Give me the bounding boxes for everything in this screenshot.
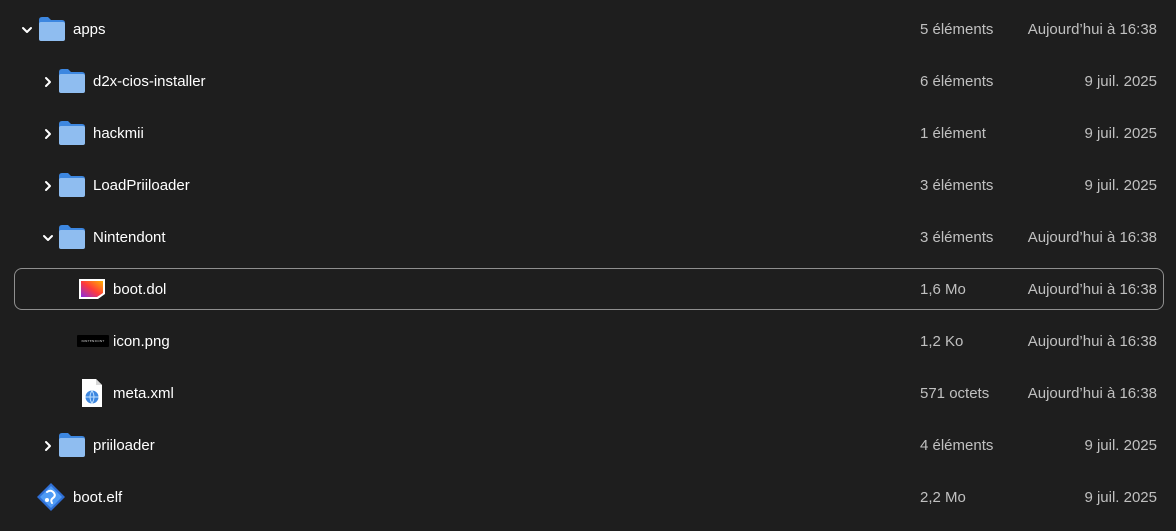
row-date: 9 juil. 2025 [1084, 489, 1157, 506]
row-size: 4 éléments [920, 437, 994, 454]
row-date: Aujourd’hui à 16:38 [1027, 21, 1157, 38]
executable-file-icon [77, 274, 107, 304]
row-size: 3 éléments [920, 177, 994, 194]
elf-binary-icon [36, 482, 66, 512]
row-name: icon.png [113, 333, 170, 350]
folder-icon [57, 118, 87, 148]
chevron-right-icon[interactable] [40, 178, 56, 194]
row-size: 571 octets [920, 385, 990, 402]
folder-icon [57, 170, 87, 200]
row-name: meta.xml [113, 385, 174, 402]
row-name: priiloader [93, 437, 155, 454]
image-thumbnail-icon: NINTENDONT [77, 326, 109, 356]
row-size: 3 éléments [920, 229, 994, 246]
row-icon-png[interactable]: NINTENDONT icon.png 1,2 Ko Aujourd’hui à… [14, 320, 1164, 362]
row-apps[interactable]: apps 5 éléments Aujourd’hui à 16:38 [14, 8, 1164, 50]
folder-icon [57, 430, 87, 460]
row-date: Aujourd’hui à 16:38 [1027, 281, 1157, 298]
row-date: 9 juil. 2025 [1084, 125, 1157, 142]
chevron-right-icon[interactable] [40, 126, 56, 142]
row-boot-elf[interactable]: boot.elf 2,2 Mo 9 juil. 2025 [14, 476, 1164, 518]
file-list: apps 5 éléments Aujourd’hui à 16:38 d2x-… [0, 0, 1176, 531]
row-size: 5 éléments [920, 21, 994, 38]
row-loadpriiloader[interactable]: LoadPriiloader 3 éléments 9 juil. 2025 [14, 164, 1164, 206]
row-d2x-cios-installer[interactable]: d2x-cios-installer 6 éléments 9 juil. 20… [14, 60, 1164, 102]
row-name: d2x-cios-installer [93, 73, 206, 90]
row-boot-dol[interactable]: boot.dol 1,6 Mo Aujourd’hui à 16:38 [14, 268, 1164, 310]
row-size: 1,6 Mo [920, 281, 966, 298]
row-name: boot.dol [113, 281, 167, 298]
folder-icon [57, 66, 87, 96]
row-size: 6 éléments [920, 73, 994, 90]
row-date: Aujourd’hui à 16:38 [1027, 333, 1157, 350]
row-date: 9 juil. 2025 [1084, 437, 1157, 454]
chevron-down-icon[interactable] [19, 22, 35, 38]
row-size: 2,2 Mo [920, 489, 966, 506]
chevron-right-icon[interactable] [40, 74, 56, 90]
row-size: 1,2 Ko [920, 333, 964, 350]
chevron-right-icon[interactable] [40, 438, 56, 454]
row-name: hackmii [93, 125, 144, 142]
row-hackmii[interactable]: hackmii 1 élément 9 juil. 2025 [14, 112, 1164, 154]
row-name: LoadPriiloader [93, 177, 190, 194]
row-meta-xml[interactable]: meta.xml 571 octets Aujourd’hui à 16:38 [14, 372, 1164, 414]
row-name: boot.elf [73, 489, 123, 506]
row-date: Aujourd’hui à 16:38 [1027, 229, 1157, 246]
chevron-down-icon[interactable] [40, 230, 56, 246]
row-priiloader[interactable]: priiloader 4 éléments 9 juil. 2025 [14, 424, 1164, 466]
row-date: Aujourd’hui à 16:38 [1027, 385, 1157, 402]
row-date: 9 juil. 2025 [1084, 73, 1157, 90]
folder-icon [57, 222, 87, 252]
thumbnail-preview: NINTENDONT [77, 335, 109, 347]
thumbnail-text: NINTENDONT [81, 339, 105, 343]
row-date: 9 juil. 2025 [1084, 177, 1157, 194]
folder-icon [37, 14, 67, 44]
row-name: Nintendont [93, 229, 166, 246]
xml-document-icon [77, 378, 107, 408]
row-nintendont[interactable]: Nintendont 3 éléments Aujourd’hui à 16:3… [14, 216, 1164, 258]
row-name: apps [73, 21, 106, 38]
row-size: 1 élément [920, 125, 986, 142]
